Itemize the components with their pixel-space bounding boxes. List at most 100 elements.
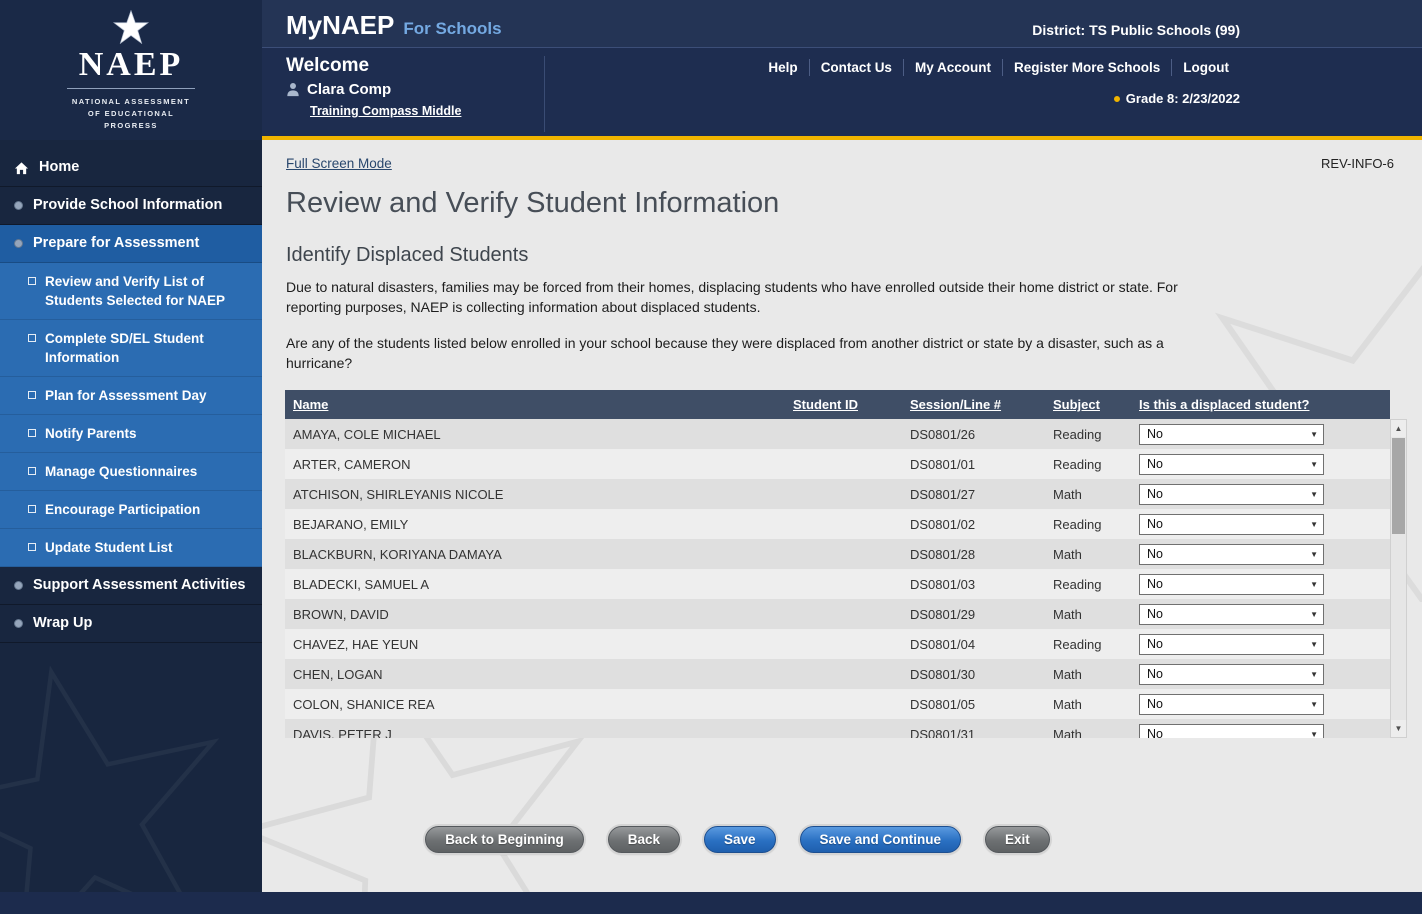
- sidebar-item-label: Support Assessment Activities: [33, 577, 245, 594]
- utility-nav: Help Contact Us My Account Register More…: [757, 59, 1240, 76]
- column-header-subject[interactable]: Subject: [1045, 397, 1135, 412]
- displaced-select[interactable]: No▼: [1139, 544, 1324, 565]
- sidebar-item-label: Prepare for Assessment: [33, 235, 199, 252]
- displaced-select[interactable]: No▼: [1139, 454, 1324, 475]
- sidebar-item-manage-questionnaires[interactable]: Manage Questionnaires: [0, 453, 262, 491]
- column-header-session-line[interactable]: Session/Line #: [902, 397, 1045, 412]
- session-line: DS0801/04: [902, 637, 1045, 652]
- subject: Reading: [1045, 577, 1135, 592]
- sidebar-item-support-assessment-activities[interactable]: Support Assessment Activities: [0, 567, 262, 605]
- home-icon: [14, 161, 29, 175]
- displaced-select-value: No: [1147, 577, 1163, 591]
- circle-bullet-icon: [14, 581, 23, 590]
- table-scrollbar[interactable]: ▲ ▼: [1390, 419, 1407, 738]
- sidebar-item-encourage-participation[interactable]: Encourage Participation: [0, 491, 262, 529]
- sidebar-item-label: Review and Verify List of Students Selec…: [45, 272, 250, 310]
- contact-us-link[interactable]: Contact Us: [809, 59, 903, 76]
- displaced-select-value: No: [1147, 517, 1163, 531]
- table-row: BROWN, DAVIDDS0801/29MathNo▼: [285, 599, 1390, 629]
- displaced-select[interactable]: No▼: [1139, 664, 1324, 685]
- column-header-label: Is this a displaced student?: [1139, 397, 1309, 412]
- displaced-select-value: No: [1147, 487, 1163, 501]
- square-bullet-icon: [28, 429, 36, 437]
- sidebar-item-provide-school-information[interactable]: Provide School Information: [0, 187, 262, 225]
- sidebar-item-label: Wrap Up: [33, 615, 92, 632]
- square-bullet-icon: [28, 505, 36, 513]
- displaced-select[interactable]: No▼: [1139, 604, 1324, 625]
- logout-link[interactable]: Logout: [1171, 59, 1240, 76]
- sidebar-item-wrap-up[interactable]: Wrap Up: [0, 605, 262, 643]
- displaced-select-value: No: [1147, 667, 1163, 681]
- naep-logo: NAEP NATIONAL ASSESSMENT OF EDUCATIONAL …: [0, 0, 262, 140]
- back-to-beginning-button[interactable]: Back to Beginning: [425, 826, 584, 853]
- sidebar-item-prepare-for-assessment[interactable]: Prepare for Assessment: [0, 225, 262, 263]
- displaced-select[interactable]: No ▼: [1139, 484, 1324, 505]
- chevron-down-icon: ▼: [1310, 490, 1318, 499]
- displaced-select[interactable]: No▼: [1139, 694, 1324, 715]
- app-title: MyNAEP: [286, 12, 394, 38]
- grade-label: Grade 8: 2/23/2022: [1126, 91, 1240, 106]
- naep-star-icon: [113, 10, 149, 44]
- sidebar-item-update-student-list[interactable]: Update Student List: [0, 529, 262, 567]
- save-button[interactable]: Save: [704, 826, 776, 853]
- displaced-cell: No▼: [1135, 634, 1390, 655]
- sidebar-item-label: Manage Questionnaires: [45, 462, 197, 481]
- square-bullet-icon: [28, 277, 36, 285]
- table-row: BLADECKI, SAMUEL ADS0801/03ReadingNo▼: [285, 569, 1390, 599]
- user-name: Clara Comp: [307, 81, 391, 98]
- session-line: DS0801/05: [902, 697, 1045, 712]
- student-name: COLON, SHANICE REA: [285, 697, 785, 712]
- sidebar: NAEP NATIONAL ASSESSMENT OF EDUCATIONAL …: [0, 0, 262, 892]
- naep-logo-text: NAEP: [79, 48, 184, 82]
- table-row: DAVIS, PETER JDS0801/31MathNo▼: [285, 719, 1390, 738]
- student-name: AMAYA, COLE MICHAEL: [285, 427, 785, 442]
- save-and-continue-button[interactable]: Save and Continue: [800, 826, 962, 853]
- full-screen-mode-link[interactable]: Full Screen Mode: [286, 156, 392, 171]
- sidebar-nav: Home Provide School Information Prepare …: [0, 140, 262, 643]
- app-window: NAEP NATIONAL ASSESSMENT OF EDUCATIONAL …: [0, 0, 1422, 914]
- chevron-down-icon: ▼: [1310, 460, 1318, 469]
- action-button-row: Back to Beginning Back Save Save and Con…: [285, 826, 1190, 853]
- displaced-cell: No▼: [1135, 574, 1390, 595]
- star-watermark: [0, 662, 230, 892]
- school-link[interactable]: Training Compass Middle: [310, 104, 461, 118]
- page-title: Review and Verify Student Information: [286, 187, 1422, 220]
- exit-button[interactable]: Exit: [985, 826, 1050, 853]
- user-identity: Clara Comp: [286, 81, 391, 98]
- back-button[interactable]: Back: [608, 826, 680, 853]
- scroll-down-icon[interactable]: ▼: [1391, 720, 1406, 737]
- student-name: ARTER, CAMERON: [285, 457, 785, 472]
- student-name: BEJARANO, EMILY: [285, 517, 785, 532]
- displaced-select[interactable]: No▼: [1139, 634, 1324, 655]
- table-row: COLON, SHANICE REA DS0801/05Math No▼: [285, 689, 1390, 719]
- sidebar-item-complete-sdel-info[interactable]: Complete SD/EL Student Information: [0, 320, 262, 377]
- column-header-name[interactable]: Name: [285, 397, 785, 412]
- sidebar-item-label: Encourage Participation: [45, 500, 200, 519]
- student-table-header: Name Student ID Session/Line # Subject I…: [285, 390, 1390, 419]
- my-account-link[interactable]: My Account: [903, 59, 1002, 76]
- displaced-select[interactable]: No▼: [1139, 424, 1324, 445]
- sidebar-item-label: Plan for Assessment Day: [45, 386, 207, 405]
- session-line: DS0801/26: [902, 427, 1045, 442]
- column-header-label: Session/Line #: [910, 397, 1001, 412]
- register-more-schools-link[interactable]: Register More Schools: [1002, 59, 1171, 76]
- column-header-displaced[interactable]: Is this a displaced student?: [1135, 397, 1390, 412]
- displaced-select-value: No: [1147, 637, 1163, 651]
- sidebar-item-review-and-verify[interactable]: Review and Verify List of Students Selec…: [0, 263, 262, 320]
- chevron-down-icon: ▼: [1310, 430, 1318, 439]
- sidebar-item-notify-parents[interactable]: Notify Parents: [0, 415, 262, 453]
- displaced-select[interactable]: No▼: [1139, 514, 1324, 535]
- column-header-student-id[interactable]: Student ID: [785, 397, 902, 412]
- sidebar-item-home[interactable]: Home: [0, 149, 262, 187]
- grade-bullet-icon: [1114, 96, 1120, 102]
- student-name: BLACKBURN, KORIYANA DAMAYA: [285, 547, 785, 562]
- scrollbar-thumb[interactable]: [1392, 438, 1405, 534]
- naep-logo-caption: NATIONAL ASSESSMENT OF EDUCATIONAL PROGR…: [72, 96, 190, 132]
- student-table: Name Student ID Session/Line # Subject I…: [285, 390, 1407, 738]
- help-link[interactable]: Help: [757, 59, 808, 76]
- scroll-up-icon[interactable]: ▲: [1391, 420, 1406, 437]
- displaced-select[interactable]: No▼: [1139, 574, 1324, 595]
- subject: Math: [1045, 697, 1135, 712]
- sidebar-item-plan-assessment-day[interactable]: Plan for Assessment Day: [0, 377, 262, 415]
- displaced-select[interactable]: No▼: [1139, 724, 1324, 739]
